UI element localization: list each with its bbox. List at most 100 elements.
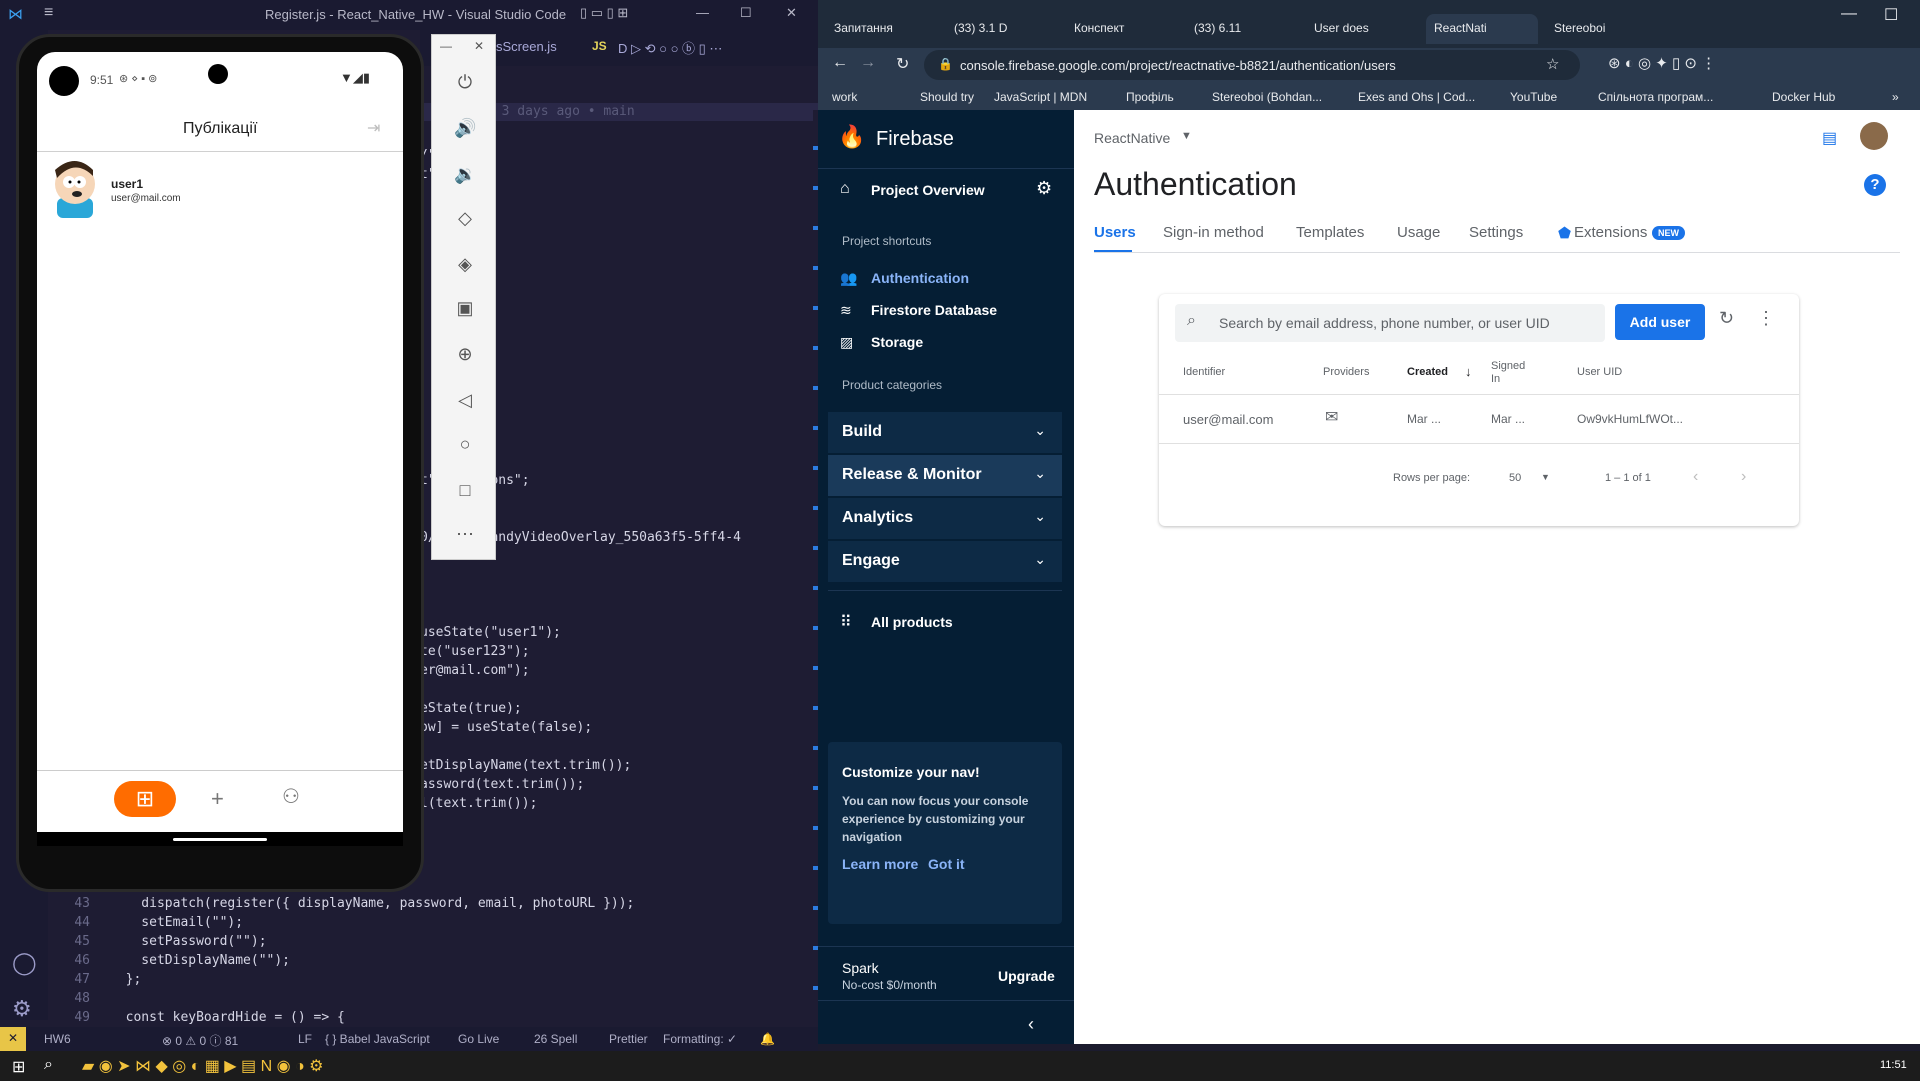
go-live[interactable]: Go Live [458, 1032, 499, 1046]
browser-tab[interactable]: User does [1306, 14, 1418, 44]
avatar[interactable] [1860, 122, 1888, 150]
account-icon[interactable]: ◯ [12, 950, 37, 976]
tab-templates[interactable]: Templates [1296, 224, 1364, 241]
formatting[interactable]: Formatting: ✓ [663, 1032, 737, 1046]
col-identifier[interactable]: Identifier [1183, 366, 1225, 378]
collapse-nav-icon[interactable]: ‹ [1028, 1014, 1034, 1035]
project-overview-link[interactable]: Project Overview [871, 182, 985, 198]
bookmark-item[interactable]: YouTube [1510, 90, 1557, 104]
tab-settings[interactable]: Settings [1469, 224, 1523, 241]
code-editor-bottom[interactable]: 43 dispatch(register({ displayName, pass… [50, 888, 818, 1027]
search-input[interactable]: ⌕ Search by email address, phone number,… [1175, 304, 1605, 342]
rows-per-page-select[interactable]: 50 [1509, 472, 1521, 484]
more-vert-icon[interactable]: ⋮ [1757, 308, 1775, 329]
rotate-right-icon[interactable]: ◈ [454, 253, 476, 275]
bookmark-item[interactable]: work [832, 90, 857, 104]
col-signed-in[interactable]: Signed In [1491, 360, 1531, 386]
col-created[interactable]: Created [1407, 366, 1448, 378]
bookmark-item[interactable]: Docker Hub [1772, 90, 1835, 104]
settings-gear-icon[interactable]: ⚙ [1036, 178, 1052, 199]
tab-screen-file[interactable]: sScreen.js [496, 39, 557, 54]
category-analytics[interactable]: Analytics ⌄ [828, 498, 1062, 539]
help-icon[interactable]: ? [1864, 174, 1886, 196]
taskbar-apps[interactable]: ▰ ◉ ➤ ⋈ ◆ ◎ ◐ ▦ ▶ ▤ N ◉ ◑ ⚙ [82, 1056, 323, 1076]
sort-arrow-icon[interactable]: ↓ [1465, 364, 1472, 379]
refresh-icon[interactable]: ↻ [1719, 308, 1734, 329]
maximize-icon[interactable]: ☐ [1884, 5, 1898, 25]
minimize-icon[interactable]: — [1841, 5, 1857, 23]
run-icons[interactable]: D ▷ ⟲ ○ ○ ⓑ ▯ ⋯ [618, 38, 722, 57]
back-icon[interactable]: ◁ [454, 389, 476, 411]
bookmark-item[interactable]: Stereoboi (Bohdan... [1212, 90, 1322, 104]
omnibox[interactable]: 🔒 console.firebase.google.com/project/re… [924, 50, 1580, 80]
posts-tab-button[interactable]: ⊞ [114, 781, 176, 817]
search-icon[interactable]: ⌕ [44, 1056, 53, 1074]
maximize-icon[interactable]: ☐ [740, 5, 752, 21]
all-products-link[interactable]: All products [871, 614, 953, 630]
logout-icon[interactable]: ⇥ [367, 118, 380, 138]
extension-icons[interactable]: ⊛ ◐ ◎ ✦ ▯ ⊙ ⋮ [1608, 54, 1716, 72]
language-mode[interactable]: { } Babel JavaScript [325, 1032, 430, 1046]
minimize-icon[interactable]: — [696, 5, 709, 20]
table-row[interactable]: user@mail.com ✉ Mar ... Mar ... Ow9vkHum… [1159, 395, 1799, 443]
browser-tab[interactable]: Stereoboi [1546, 14, 1658, 44]
bookmark-item[interactable]: Should try [920, 90, 974, 104]
close-icon[interactable]: ✕ [786, 5, 797, 21]
zoom-icon[interactable]: ⊕ [454, 343, 476, 365]
notes-icon[interactable]: ▤ [1822, 128, 1837, 148]
emu-close-icon[interactable]: ✕ [474, 39, 484, 53]
start-icon[interactable]: ⊞ [12, 1057, 25, 1077]
reload-icon[interactable]: ↻ [896, 54, 909, 74]
emu-minimize-icon[interactable]: — [440, 39, 452, 53]
volume-down-icon[interactable]: 🔉 [454, 163, 476, 185]
more-bookmarks-icon[interactable]: » [1892, 90, 1899, 104]
prettier[interactable]: Prettier [609, 1032, 648, 1046]
bookmark-item[interactable]: Exes and Ohs | Cod... [1358, 90, 1475, 104]
home-icon[interactable]: ○ [454, 433, 476, 455]
menu-icon[interactable]: ≡ [44, 4, 53, 22]
volume-up-icon[interactable]: 🔊 [454, 117, 476, 139]
nav-storage[interactable]: Storage [871, 334, 923, 350]
tab-sign-in-method[interactable]: Sign-in method [1163, 224, 1264, 241]
bookmark-item[interactable]: Профіль [1126, 90, 1174, 104]
bookmark-star-icon[interactable]: ☆ [1546, 55, 1559, 73]
layout-icons[interactable]: ▯ ▭ ▯ ⊞ [580, 5, 628, 21]
nav-authentication[interactable]: Authentication [871, 270, 969, 286]
tab-users[interactable]: Users [1094, 224, 1136, 241]
spell[interactable]: 26 Spell [534, 1032, 577, 1046]
firebase-brand[interactable]: Firebase [876, 128, 954, 151]
tab-usage[interactable]: Usage [1397, 224, 1440, 241]
category-release[interactable]: Release & Monitor ⌄ [828, 455, 1062, 496]
back-icon[interactable]: ← [832, 54, 848, 72]
category-engage[interactable]: Engage ⌄ [828, 541, 1062, 582]
bookmark-item[interactable]: JavaScript | MDN [994, 90, 1087, 104]
learn-more-link[interactable]: Learn more [842, 856, 918, 872]
git-branch[interactable]: HW6 [44, 1032, 71, 1046]
camera-icon[interactable]: ▣ [454, 297, 476, 319]
nav-firestore[interactable]: Firestore Database [871, 302, 997, 318]
category-build[interactable]: Build ⌄ [828, 412, 1062, 453]
add-user-button[interactable]: Add user [1615, 304, 1705, 340]
next-page-icon[interactable]: › [1741, 468, 1746, 486]
browser-tab[interactable]: (33) 3.1 D [946, 14, 1058, 44]
gear-icon[interactable]: ⚙ [12, 996, 32, 1022]
col-providers[interactable]: Providers [1323, 366, 1369, 378]
bookmark-item[interactable]: Спільнота програм... [1598, 90, 1713, 104]
more-icon[interactable]: ⋯ [454, 523, 476, 545]
power-icon[interactable]: ⏻ [454, 71, 476, 93]
browser-tab[interactable]: Запитання [826, 14, 938, 44]
browser-tab[interactable]: (33) 6.11 [1186, 14, 1298, 44]
problems[interactable]: ⊗ 0 ⚠ 0 ⓘ 81 [162, 1032, 238, 1049]
profile-tab-button[interactable]: ⚇ [282, 784, 300, 809]
remote-icon[interactable]: ✕ [0, 1027, 26, 1051]
create-post-button[interactable]: + [211, 786, 224, 812]
eol[interactable]: LF [298, 1032, 312, 1046]
tab-extensions[interactable]: Extensions [1574, 224, 1647, 241]
project-selector[interactable]: ReactNative [1094, 130, 1170, 146]
upgrade-button[interactable]: Upgrade [998, 968, 1055, 984]
select-caret-icon[interactable]: ▼ [1541, 472, 1550, 482]
prev-page-icon[interactable]: ‹ [1693, 468, 1698, 486]
overview-icon[interactable]: □ [454, 479, 476, 501]
got-it-button[interactable]: Got it [928, 856, 965, 872]
col-user-uid[interactable]: User UID [1577, 366, 1622, 378]
